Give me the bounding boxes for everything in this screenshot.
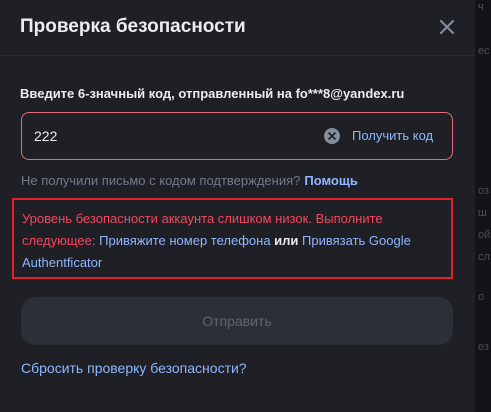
bind-phone-link[interactable]: Привяжите номер телефона: [99, 233, 270, 248]
code-input-container: Получить код: [21, 112, 453, 160]
code-input-label: Введите 6-значный код, отправленный на f…: [20, 86, 405, 101]
security-check-modal: Проверка безопасности Введите 6-значный …: [0, 0, 475, 412]
clear-icon: [328, 132, 336, 140]
background-text: оз: [478, 185, 490, 197]
background-text: ез: [478, 341, 489, 353]
background-text: ес: [478, 45, 490, 57]
background-text: сл: [478, 251, 490, 263]
clear-input-button[interactable]: [324, 128, 340, 144]
alert-message: Уровень безопасности аккаунта слишком ни…: [22, 208, 447, 274]
header-divider: [0, 55, 475, 56]
close-icon: [440, 20, 454, 34]
alert-or-text: или: [274, 233, 299, 248]
background-text: ш: [478, 207, 487, 219]
security-alert: Уровень безопасности аккаунта слишком ни…: [12, 198, 453, 279]
background-text: ой: [478, 229, 491, 241]
submit-button[interactable]: Отправить: [21, 297, 453, 345]
background-text: о: [478, 291, 485, 303]
code-input[interactable]: [34, 128, 314, 144]
get-code-button[interactable]: Получить код: [352, 128, 433, 143]
no-email-hint: Не получили письмо с кодом подтверждения…: [21, 173, 358, 188]
background-text: ч: [478, 1, 484, 13]
modal-title: Проверка безопасности: [20, 16, 246, 37]
close-button[interactable]: [436, 16, 458, 38]
help-link[interactable]: Помощь: [304, 173, 357, 188]
reset-security-check-link[interactable]: Сбросить проверку безопасности?: [21, 360, 247, 376]
hint-text: Не получили письмо с кодом подтверждения…: [21, 173, 301, 188]
